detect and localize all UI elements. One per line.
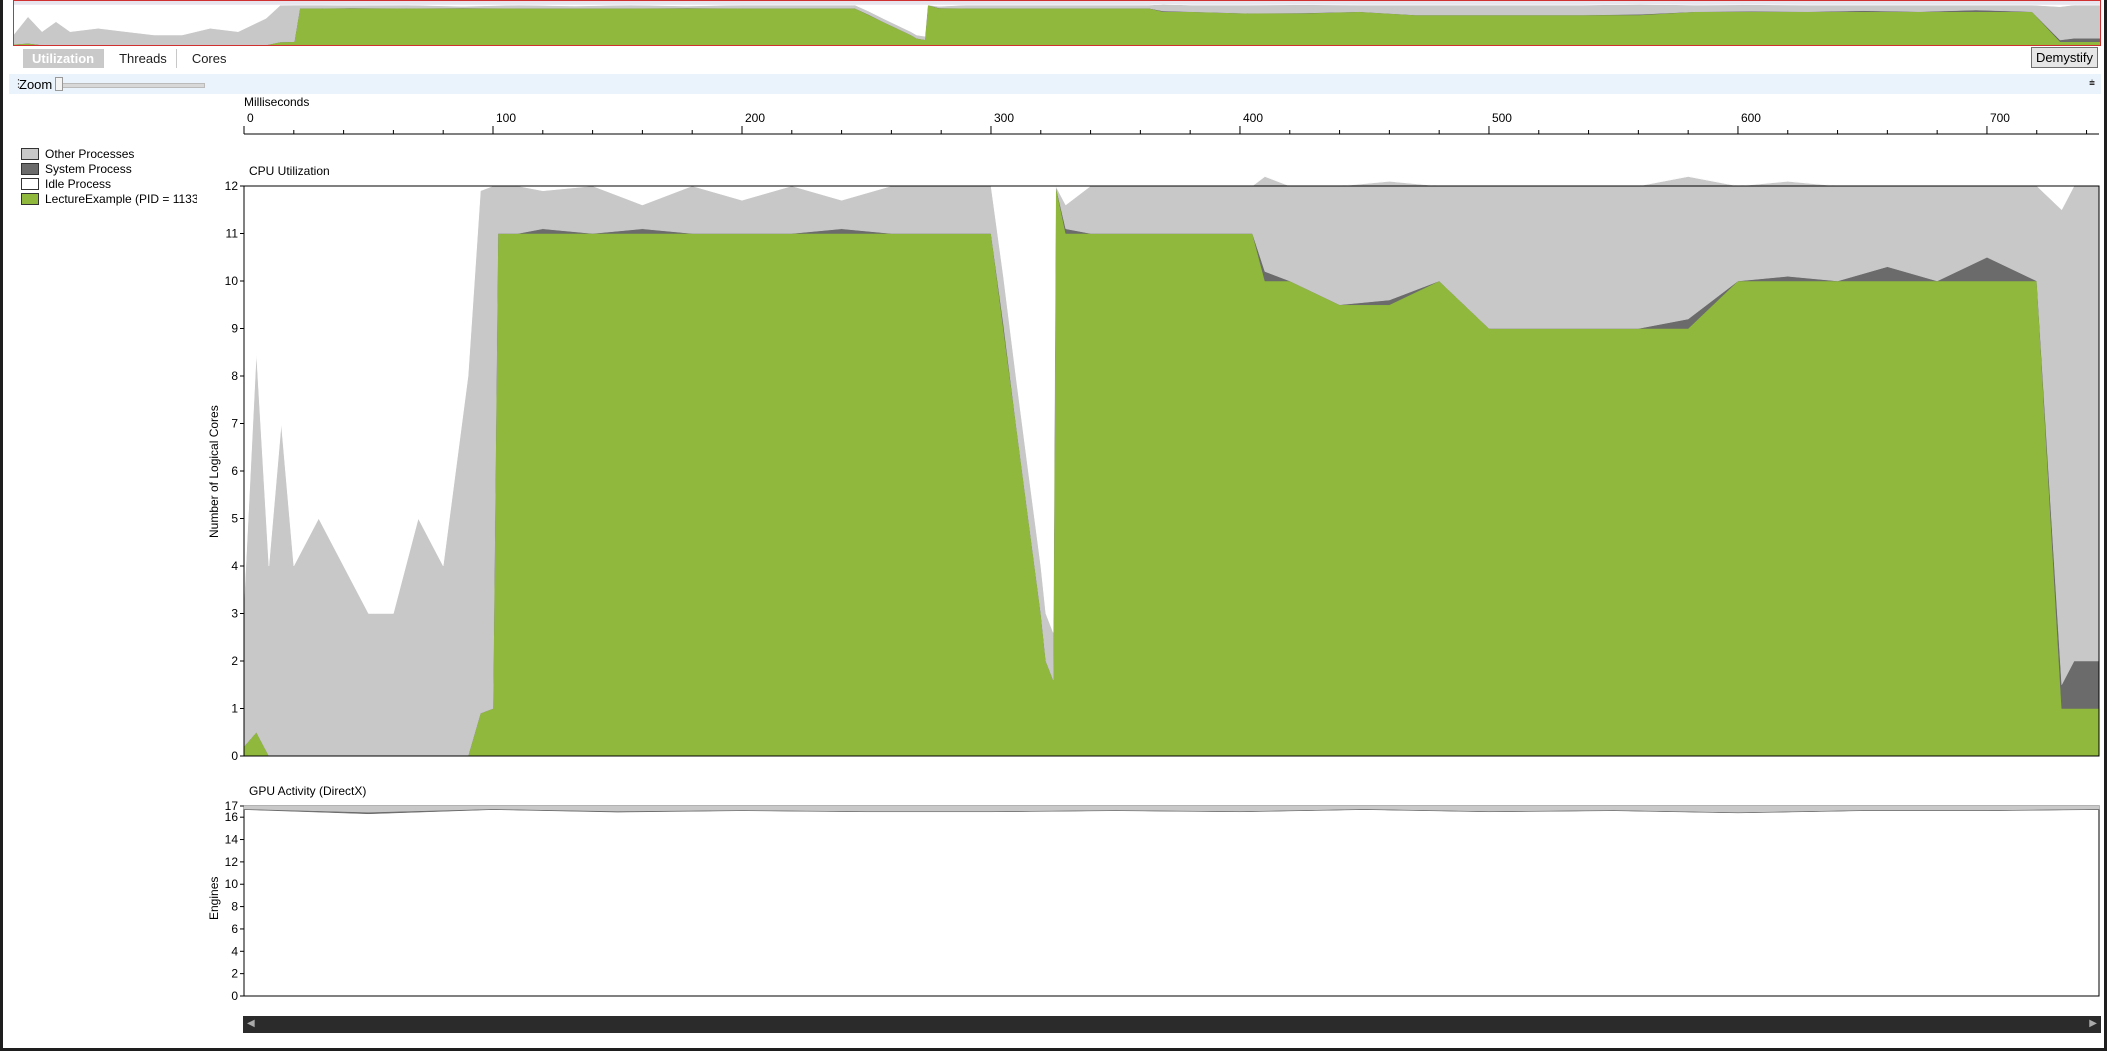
y-tick-label: 12 — [225, 179, 239, 193]
time-axis-label: Milliseconds — [244, 95, 310, 109]
zoom-slider-thumb[interactable] — [55, 77, 63, 91]
plot-area — [243, 805, 2100, 997]
time-tick-label: 300 — [994, 111, 1014, 125]
legend-label-other: Other Processes — [45, 146, 135, 161]
concurrency-visualizer-window: Utilization Threads Cores Demystify ⋮ Zo… — [3, 0, 2104, 1048]
tab-cores[interactable]: Cores — [183, 49, 236, 68]
y-tick-label: 10 — [225, 877, 239, 891]
y-tick-label: 2 — [231, 967, 238, 981]
y-tick-label: 6 — [231, 464, 238, 478]
zoom-bar: ⋮ Zoom ⩧ — [9, 74, 2101, 94]
demystify-button[interactable]: Demystify — [2030, 47, 2098, 68]
y-tick-label: 0 — [231, 749, 238, 763]
zoom-label: Zoom — [19, 77, 53, 92]
y-tick-label: 3 — [231, 607, 238, 621]
time-tick-label: 600 — [1741, 111, 1761, 125]
gpu-activity-chart[interactable]: 024681012141617 — [3, 796, 2104, 1006]
y-tick-label: 12 — [225, 855, 239, 869]
time-tick-label: 0 — [247, 111, 254, 125]
y-tick-label: 2 — [231, 654, 238, 668]
y-tick-label: 14 — [225, 833, 239, 847]
time-tick-label: 100 — [496, 111, 516, 125]
tab-utilization[interactable]: Utilization — [23, 48, 105, 68]
overview-chart[interactable] — [14, 1, 2101, 46]
y-tick-label: 8 — [231, 369, 238, 383]
y-tick-label: 1 — [231, 702, 238, 716]
legend-label-system: System Process — [45, 161, 132, 176]
collapse-icon[interactable]: ⩧ — [2089, 78, 2095, 89]
scroll-left-icon[interactable]: ◀ — [247, 1018, 255, 1029]
zoom-slider-track[interactable] — [55, 83, 205, 88]
y-tick-label: 4 — [231, 944, 238, 958]
y-tick-label: 4 — [231, 559, 238, 573]
y-tick-label: 9 — [231, 322, 238, 336]
y-tick-label: 17 — [225, 799, 239, 813]
y-tick-label: 7 — [231, 417, 238, 431]
horizontal-scrollbar[interactable]: ◀ ▶ — [243, 1016, 2101, 1033]
y-tick-label: 5 — [231, 512, 238, 526]
time-axis: 0 100 200 300 400 500 600 700 — [243, 111, 2099, 135]
y-tick-label: 11 — [226, 227, 239, 241]
scroll-right-icon[interactable]: ▶ — [2089, 1018, 2097, 1029]
time-tick-label: 500 — [1492, 111, 1512, 125]
cpu-utilization-chart[interactable]: 0123456789101112 — [3, 176, 2104, 766]
overview-timeline[interactable] — [13, 0, 2101, 46]
legend-swatch-other — [21, 147, 39, 160]
y-tick-label: 6 — [231, 922, 238, 936]
time-tick-label: 400 — [1243, 111, 1263, 125]
legend-item-other: Other Processes — [21, 146, 197, 161]
y-tick-label: 0 — [231, 989, 238, 1003]
view-tabs: Utilization Threads Cores — [23, 48, 242, 68]
tab-threads[interactable]: Threads — [110, 48, 177, 68]
legend-swatch-system — [21, 162, 39, 175]
legend-item-system: System Process — [21, 161, 197, 176]
y-tick-label: 8 — [231, 900, 238, 914]
time-tick-label: 200 — [745, 111, 765, 125]
time-tick-label: 700 — [1990, 111, 2010, 125]
y-tick-label: 10 — [225, 274, 239, 288]
